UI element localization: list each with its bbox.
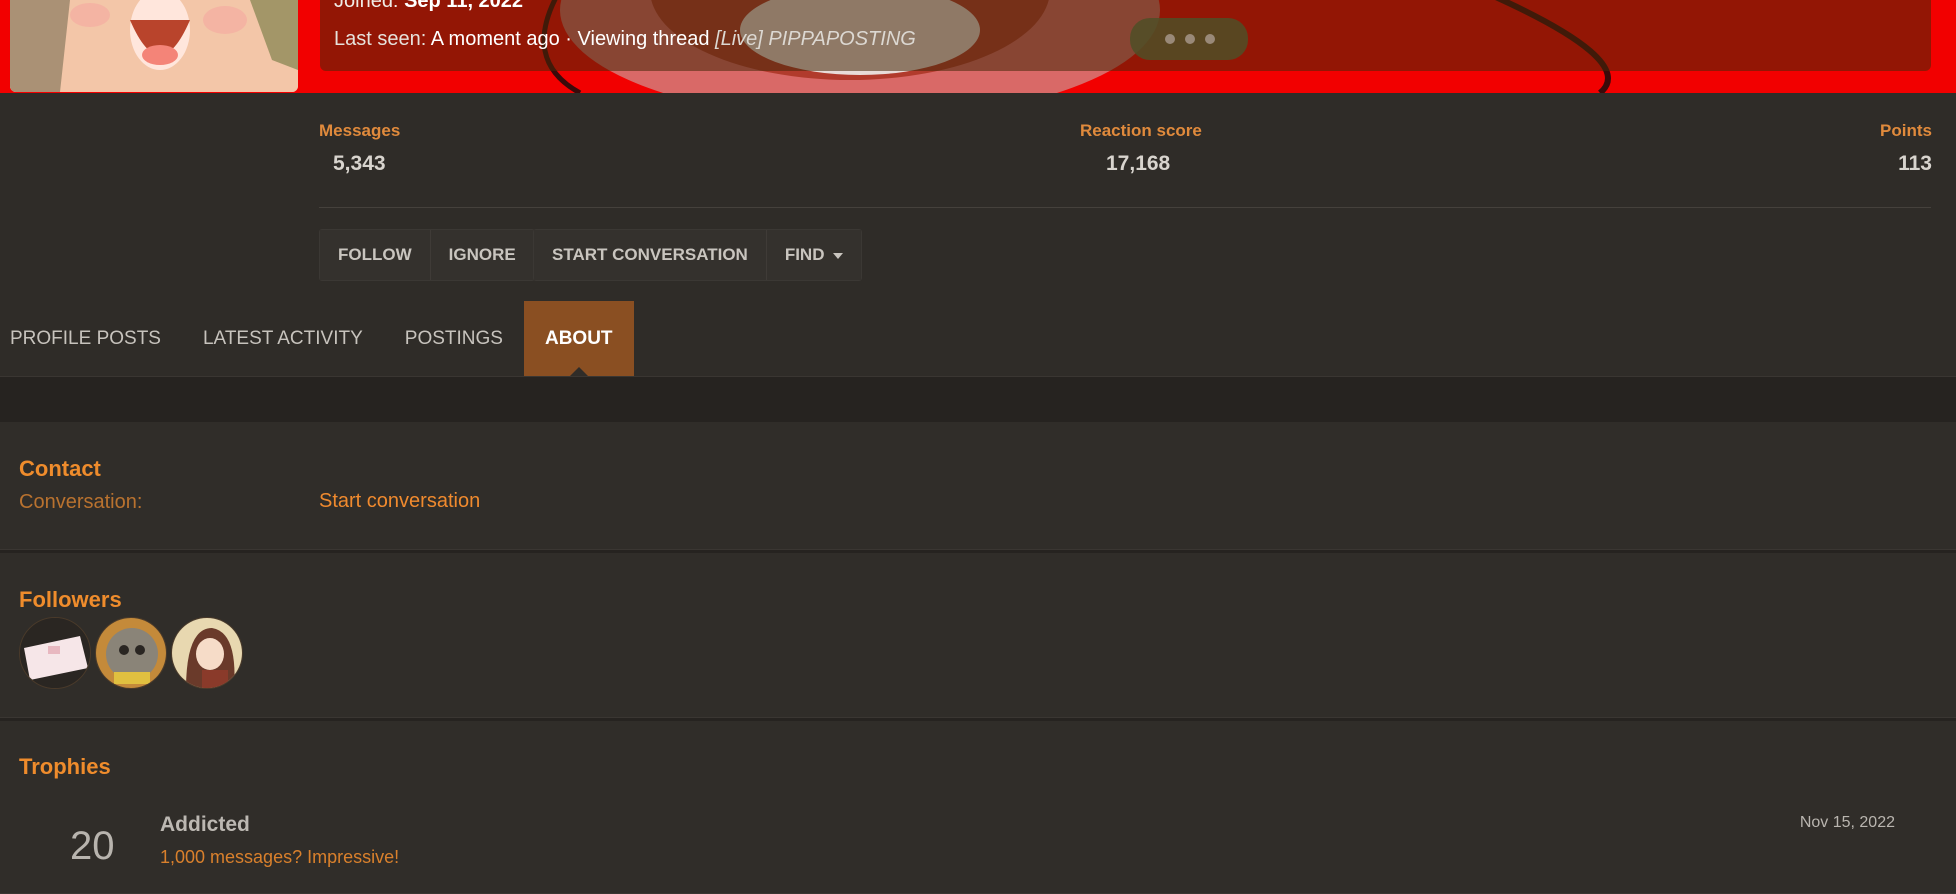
profile-banner: Joined: Sep 11, 2022 Last seen: A moment… xyxy=(0,0,1956,93)
joined-date: Sep 11, 2022 xyxy=(404,0,524,12)
followers-section: Followers xyxy=(0,553,1956,718)
last-seen-value: A moment ago xyxy=(430,28,560,50)
start-conversation-button[interactable]: START CONVERSATION xyxy=(534,230,767,280)
contact-section: Contact Conversation: Start conversation xyxy=(0,422,1956,550)
follower-avatar[interactable] xyxy=(95,617,167,689)
stat-reaction-score[interactable]: Reaction score 17,168 xyxy=(1080,121,1202,176)
profile-tabs: PROFILE POSTS LATEST ACTIVITY POSTINGS A… xyxy=(0,301,1956,377)
trophies-section: Trophies 20 Addicted 1,000 messages? Imp… xyxy=(0,721,1956,894)
follower-avatar[interactable] xyxy=(19,617,91,689)
profile-stats-area: Messages 5,343 Reaction score 17,168 Poi… xyxy=(0,93,1956,301)
stat-reaction-label: Reaction score xyxy=(1080,121,1202,140)
thread-link[interactable]: [Live] PIPPAPOSTING xyxy=(715,28,916,50)
follower-avatar[interactable] xyxy=(171,617,243,689)
tab-postings[interactable]: POSTINGS xyxy=(384,301,524,376)
conversation-label: Conversation: xyxy=(19,491,143,513)
followers-title: Followers xyxy=(19,587,122,612)
stat-messages[interactable]: Messages 5,343 xyxy=(319,121,400,176)
stat-points-value: 113 xyxy=(1898,152,1932,175)
trophy-name: Addicted xyxy=(160,813,250,836)
find-button-label: FIND xyxy=(784,245,825,264)
tab-latest-activity[interactable]: LATEST ACTIVITY xyxy=(182,301,384,376)
profile-info-overlay: Joined: Sep 11, 2022 Last seen: A moment… xyxy=(320,0,1931,71)
contact-title: Contact xyxy=(19,456,101,481)
last-seen-row: Last seen: A moment ago · Viewing thread… xyxy=(334,28,916,51)
followers-list xyxy=(19,617,243,689)
conversation-find-group: START CONVERSATION FIND xyxy=(533,229,862,281)
trophy-points: 20 xyxy=(70,824,115,868)
trophies-title: Trophies xyxy=(19,754,111,779)
tab-profile-posts[interactable]: PROFILE POSTS xyxy=(0,301,182,376)
separator: · xyxy=(565,28,572,50)
stats-divider xyxy=(319,207,1931,208)
profile-page: Joined: Sep 11, 2022 Last seen: A moment… xyxy=(0,0,1956,894)
stat-points-label: Points xyxy=(1880,121,1932,140)
start-conversation-link[interactable]: Start conversation xyxy=(319,490,480,513)
ignore-button[interactable]: IGNORE xyxy=(430,230,534,280)
stat-reaction-value: 17,168 xyxy=(1106,152,1171,175)
stat-messages-label: Messages xyxy=(319,121,401,140)
joined-label: Joined: xyxy=(334,0,399,12)
follow-ignore-group: FOLLOW IGNORE xyxy=(319,229,535,281)
chevron-down-icon xyxy=(832,253,843,259)
last-seen-label: Last seen: xyxy=(334,28,427,50)
stat-messages-value: 5,343 xyxy=(333,152,386,175)
tab-about[interactable]: ABOUT xyxy=(523,301,634,376)
find-button[interactable]: FIND xyxy=(766,230,861,280)
trophy-description: 1,000 messages? Impressive! xyxy=(160,847,400,867)
user-avatar[interactable] xyxy=(10,0,298,92)
joined-row: Joined: Sep 11, 2022 xyxy=(334,0,523,13)
trophy-date: Nov 15, 2022 xyxy=(1799,814,1895,831)
stat-points[interactable]: Points 113 xyxy=(1880,121,1932,176)
follow-button[interactable]: FOLLOW xyxy=(320,230,431,280)
activity-text: Viewing thread xyxy=(577,28,710,50)
